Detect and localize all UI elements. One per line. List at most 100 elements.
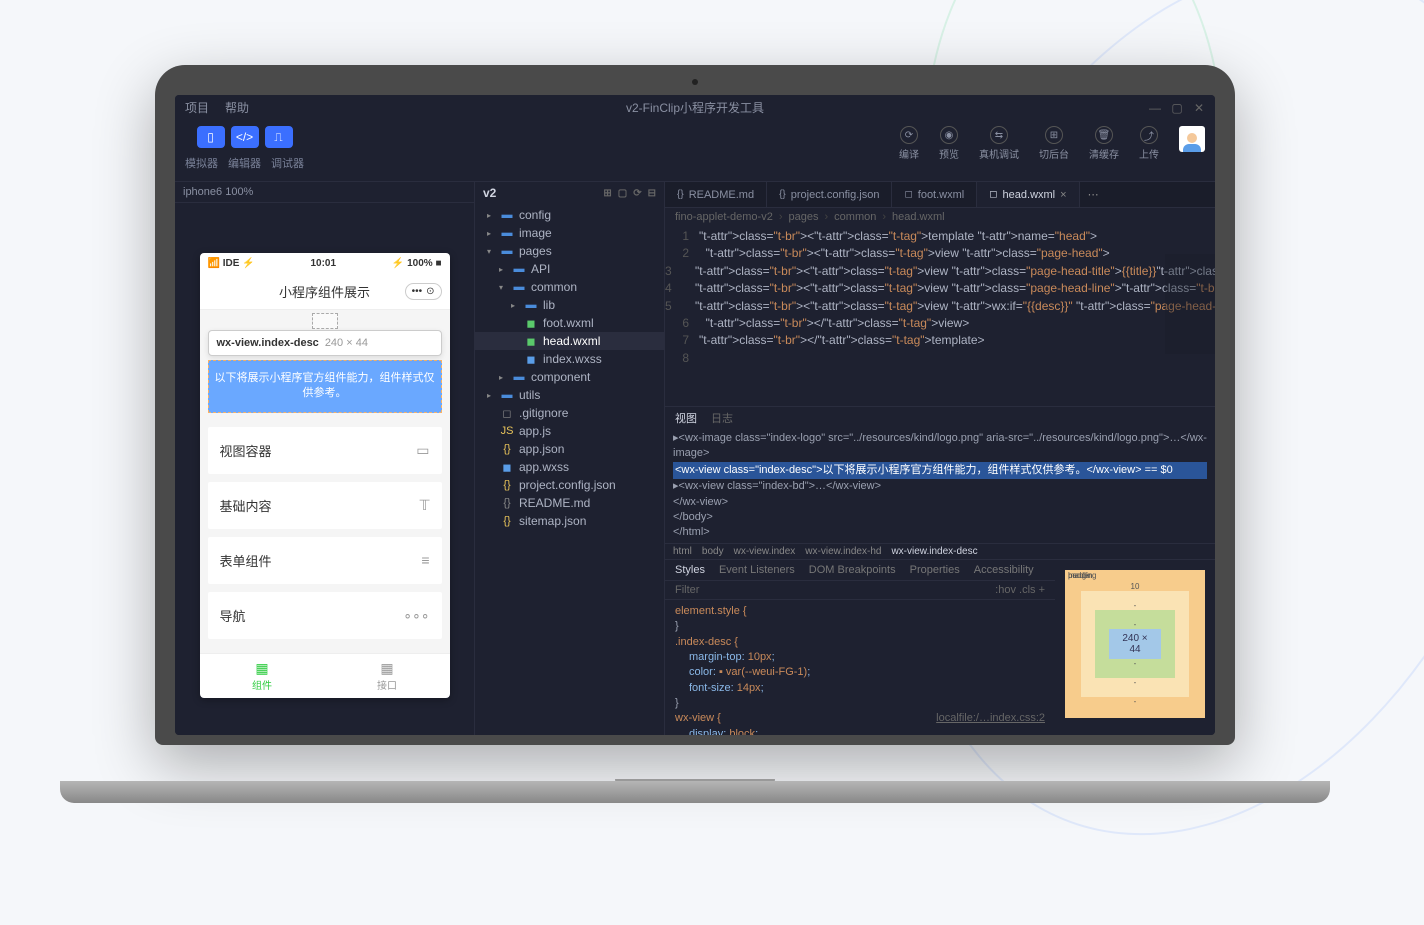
folder-node[interactable]: ▸▬component — [475, 368, 664, 386]
css-selector[interactable]: element.style { — [675, 604, 1045, 619]
toolbar-action-button[interactable]: 🗑清缓存 — [1089, 126, 1119, 161]
highlighted-element[interactable]: 以下将展示小程序官方组件能力，组件样式仅供参考。 — [208, 360, 442, 413]
file-node[interactable]: {}sitemap.json — [475, 512, 664, 530]
code-editor[interactable]: 1"t-attr">class="t-br"><"t-attr">class="… — [665, 226, 1215, 406]
breadcrumb[interactable]: fino-applet-demo-v2›pages›common›head.wx… — [665, 208, 1215, 226]
mode-label: 编辑器 — [228, 155, 261, 171]
refresh-icon[interactable]: ⟳ — [633, 188, 641, 199]
ide-window: 项目 帮助 v2-FinClip小程序开发工具 — ▢ ✕ ▯ </> ⎍ — [175, 95, 1215, 735]
file-node[interactable]: ◼head.wxml — [475, 332, 664, 350]
folder-node[interactable]: ▸▬API — [475, 260, 664, 278]
dom-node[interactable]: <wx-view class="index-desc">以下将展示小程序官方组件… — [673, 462, 1207, 479]
menu-project[interactable]: 项目 — [185, 99, 209, 116]
minimap[interactable] — [1165, 254, 1215, 354]
dom-node[interactable]: ▸<wx-view class="index-bd">…</wx-view> — [673, 479, 1207, 494]
file-node[interactable]: ◻.gitignore — [475, 404, 664, 422]
breadcrumb-segment[interactable]: pages — [789, 211, 819, 223]
devtools-tab[interactable]: 视图 — [675, 410, 697, 426]
toolbar-action-button[interactable]: ⇆真机调试 — [979, 126, 1019, 161]
breadcrumb-segment[interactable]: common — [834, 211, 876, 223]
styles-tab[interactable]: DOM Breakpoints — [809, 564, 896, 576]
mode-debugger-button[interactable]: ⎍ — [265, 126, 293, 148]
minimize-icon[interactable]: — — [1149, 101, 1161, 115]
folder-node[interactable]: ▾▬pages — [475, 242, 664, 260]
folder-node[interactable]: ▸▬image — [475, 224, 664, 242]
window-title: v2-FinClip小程序开发工具 — [626, 99, 764, 116]
demo-menu-item[interactable]: 表单组件≡ — [208, 537, 442, 584]
collapse-icon[interactable]: ⊟ — [648, 188, 656, 199]
project-root[interactable]: v2 — [483, 186, 496, 200]
devtools-tab[interactable]: 日志 — [711, 410, 733, 426]
css-property[interactable]: display: block; — [675, 727, 1045, 735]
status-right: ⚡ 100% ■ — [392, 258, 442, 269]
styles-panel: Styles Event Listeners DOM Breakpoints Prop… — [665, 559, 1215, 735]
mode-simulator-button[interactable]: ▯ — [197, 126, 225, 148]
editor-tab[interactable]: ◻head.wxml× — [977, 182, 1079, 207]
dom-node[interactable]: ▸<wx-image class="index-logo" src="../re… — [673, 431, 1207, 462]
file-node[interactable]: ◼index.wxss — [475, 350, 664, 368]
file-node[interactable]: ◼app.wxss — [475, 458, 664, 476]
editor-tab[interactable]: {}README.md — [665, 182, 767, 207]
css-selector[interactable]: wx-view {localfile:/…index.css:2 — [675, 711, 1045, 726]
menu-help[interactable]: 帮助 — [225, 99, 249, 116]
mode-editor-button[interactable]: </> — [231, 126, 259, 148]
folder-node[interactable]: ▾▬common — [475, 278, 664, 296]
simulator-pane: iphone6 100% 📶 IDE ⚡ 10:01 ⚡ 100% ■ 小程序组… — [175, 182, 475, 735]
styles-hov[interactable]: :hov .cls + — [995, 584, 1045, 596]
styles-tab[interactable]: Styles — [675, 564, 705, 576]
capsule-button[interactable]: •••⊙ — [405, 283, 442, 300]
mode-label: 调试器 — [271, 155, 304, 171]
css-property[interactable]: font-size: 14px; — [675, 681, 1045, 696]
file-node[interactable]: JSapp.js — [475, 422, 664, 440]
status-time: 10:01 — [310, 258, 336, 269]
new-folder-icon[interactable]: ▢ — [618, 188, 627, 199]
file-node[interactable]: {}README.md — [475, 494, 664, 512]
styles-tab[interactable]: Properties — [910, 564, 960, 576]
tab-overflow-icon[interactable]: ⋯ — [1080, 182, 1107, 207]
editor-pane: {}README.md{}project.config.json◻foot.wx… — [665, 182, 1215, 735]
toolbar-action-button[interactable]: ⊞切后台 — [1039, 126, 1069, 161]
demo-menu-item[interactable]: 基础内容𝕋 — [208, 482, 442, 529]
camera-icon — [692, 79, 698, 85]
mode-label: 模拟器 — [185, 155, 218, 171]
dom-node[interactable]: </wx-view> — [673, 495, 1207, 510]
folder-node[interactable]: ▸▬utils — [475, 386, 664, 404]
file-node[interactable]: {}project.config.json — [475, 476, 664, 494]
toolbar-action-button[interactable]: ⟳编译 — [899, 126, 919, 161]
dom-node[interactable]: </body> — [673, 510, 1207, 525]
inspect-tooltip: wx-view.index-desc240 × 44 — [208, 330, 442, 356]
folder-node[interactable]: ▸▬config — [475, 206, 664, 224]
dom-path-segment[interactable]: html — [673, 546, 692, 557]
dom-path-segment[interactable]: wx-view.index — [734, 546, 796, 557]
toolbar-action-button[interactable]: ◉预览 — [939, 126, 959, 161]
dom-node[interactable]: </html> — [673, 525, 1207, 540]
styles-tab[interactable]: Event Listeners — [719, 564, 795, 576]
editor-tab[interactable]: {}project.config.json — [767, 182, 892, 207]
styles-filter[interactable]: Filter — [675, 584, 699, 596]
css-property[interactable]: color: ▪ var(--weui-FG-1); — [675, 665, 1045, 680]
menubar: 项目 帮助 v2-FinClip小程序开发工具 — ▢ ✕ — [175, 95, 1215, 120]
breadcrumb-segment[interactable]: head.wxml — [892, 211, 945, 223]
toolbar-action-button[interactable]: ⤴上传 — [1139, 126, 1159, 161]
css-property[interactable]: margin-top: 10px; — [675, 650, 1045, 665]
folder-node[interactable]: ▸▬lib — [475, 296, 664, 314]
dom-inspector: 视图日志 ▸<wx-image class="index-logo" src="… — [665, 406, 1215, 559]
editor-tab[interactable]: ◻foot.wxml — [892, 182, 977, 207]
device-label[interactable]: iphone6 100% — [175, 182, 474, 203]
new-file-icon[interactable]: ⊞ — [603, 188, 611, 199]
css-selector[interactable]: .index-desc {</span> — [675, 635, 1045, 650]
demo-menu-item[interactable]: 导航∘∘∘ — [208, 592, 442, 639]
demo-menu-item[interactable]: 视图容器▭ — [208, 427, 442, 474]
close-icon[interactable]: ✕ — [1193, 101, 1205, 115]
file-node[interactable]: {}app.json — [475, 440, 664, 458]
phone-tab[interactable]: ▦组件 — [200, 654, 325, 698]
dom-path-segment[interactable]: body — [702, 546, 724, 557]
dom-path-segment[interactable]: wx-view.index-desc — [891, 546, 977, 557]
breadcrumb-segment[interactable]: fino-applet-demo-v2 — [675, 211, 773, 223]
styles-tab[interactable]: Accessibility — [974, 564, 1034, 576]
avatar[interactable] — [1179, 126, 1205, 152]
maximize-icon[interactable]: ▢ — [1171, 101, 1183, 115]
phone-tab[interactable]: ▦接口 — [325, 654, 450, 698]
file-node[interactable]: ◼foot.wxml — [475, 314, 664, 332]
dom-path-segment[interactable]: wx-view.index-hd — [805, 546, 881, 557]
